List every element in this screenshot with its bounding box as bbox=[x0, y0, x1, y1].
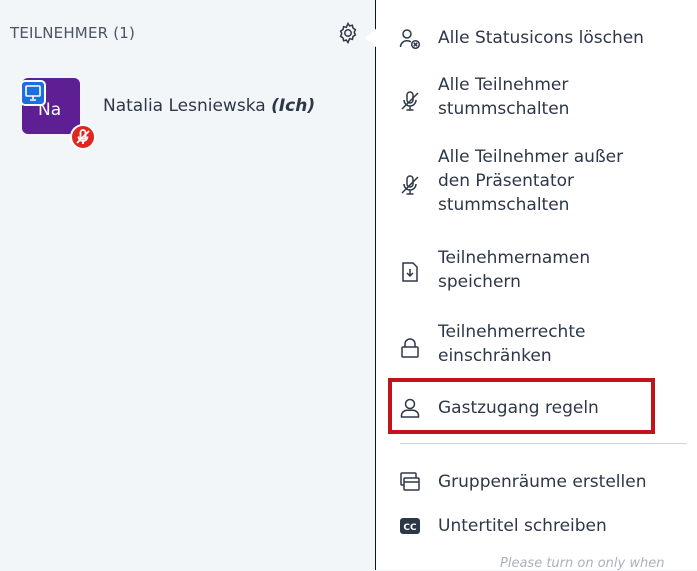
menu-item-label: Gruppenräume erstellen bbox=[438, 472, 647, 492]
menu-item-clear-status[interactable]: Alle Statusicons löschen bbox=[376, 26, 697, 56]
participants-title: TEILNEHMER (1) bbox=[10, 24, 136, 42]
menu-item-label: Teilnehmerrechte einschränken bbox=[438, 322, 586, 366]
participant-name-text: Natalia Lesniewska bbox=[103, 96, 266, 116]
menu-item-lock-viewers[interactable]: Teilnehmerrechte einschränken bbox=[376, 320, 697, 374]
menu-item-save-names[interactable]: Teilnehmernamen speichern bbox=[376, 246, 697, 300]
gear-icon[interactable] bbox=[336, 21, 360, 45]
breakout-rooms-icon bbox=[400, 472, 420, 491]
closed-captions-icon: CC bbox=[400, 518, 420, 534]
mic-off-icon bbox=[401, 91, 419, 111]
lock-icon bbox=[401, 338, 419, 358]
options-menu: Alle Statusicons löschen Alle Teilnehmer… bbox=[376, 0, 697, 570]
highlight-box bbox=[388, 378, 655, 434]
menu-item-label: Alle Statusicons löschen bbox=[438, 28, 644, 48]
menu-item-label: Alle Teilnehmer stummschalten bbox=[438, 75, 570, 119]
clear-status-icon bbox=[399, 29, 421, 50]
menu-item-label: Teilnehmernamen speichern bbox=[438, 248, 591, 292]
participant-name: Natalia Lesniewska (Ich) bbox=[103, 96, 315, 116]
menu-item-breakout-rooms[interactable]: Gruppenräume erstellen bbox=[376, 470, 697, 498]
mic-off-icon bbox=[70, 124, 96, 150]
participant-row[interactable]: Na Natalia Lesniewska (Ich) bbox=[18, 72, 368, 150]
menu-item-write-captions[interactable]: CC Untertitel schreiben bbox=[376, 514, 697, 542]
menu-divider bbox=[400, 443, 687, 444]
menu-item-label: Untertitel schreiben bbox=[438, 516, 607, 536]
participant-self-tag: (Ich) bbox=[271, 96, 316, 116]
avatar: Na bbox=[20, 78, 96, 150]
menu-pointer bbox=[365, 28, 377, 48]
background-hint-text: Please turn on only when bbox=[500, 556, 665, 571]
svg-text:CC: CC bbox=[403, 523, 417, 533]
mic-off-icon bbox=[401, 175, 419, 195]
download-icon bbox=[402, 262, 418, 282]
participants-panel: TEILNEHMER (1) Na Natalia Lesniewska (Ic… bbox=[0, 0, 375, 570]
menu-item-mute-all[interactable]: Alle Teilnehmer stummschalten bbox=[376, 73, 697, 127]
menu-item-mute-all-except-presenter[interactable]: Alle Teilnehmer außer den Präsentator st… bbox=[376, 145, 697, 225]
presenter-icon bbox=[20, 80, 46, 106]
menu-item-label: Alle Teilnehmer außer den Präsentator st… bbox=[438, 147, 624, 215]
